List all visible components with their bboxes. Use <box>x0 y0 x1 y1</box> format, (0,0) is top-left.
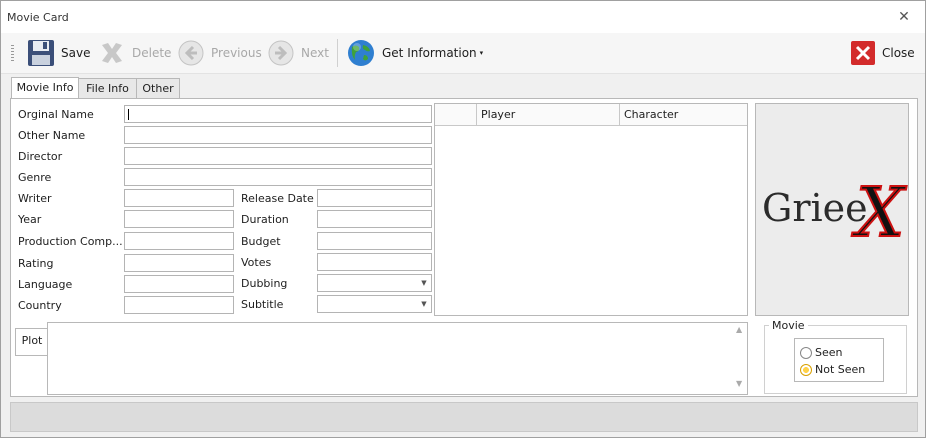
plot-textarea[interactable]: ▲ ▼ <box>47 322 748 395</box>
next-label: Next <box>301 46 329 60</box>
duration-input[interactable] <box>317 210 432 228</box>
status-bar <box>10 402 918 432</box>
window-close-icon[interactable]: ✕ <box>897 10 911 24</box>
genre-label: Genre <box>18 171 52 184</box>
subtitle-label: Subtitle <box>241 298 284 311</box>
seen-radio[interactable] <box>800 347 812 359</box>
arrow-right-icon <box>268 40 294 66</box>
get-information-button[interactable]: Get Information ▾ <box>346 39 483 67</box>
toolbar: Save Delete Previous Next Get Informatio… <box>1 33 925 74</box>
scroll-down-icon[interactable]: ▼ <box>736 379 742 388</box>
save-button[interactable]: Save <box>27 39 90 67</box>
dropdown-arrow-icon: ▾ <box>479 49 484 57</box>
plot-label: Plot <box>15 328 49 356</box>
production-company-label: Production Comp... <box>18 235 123 248</box>
subtitle-select[interactable]: ▼ <box>317 295 432 313</box>
other-name-input[interactable] <box>124 126 432 144</box>
country-input[interactable] <box>124 296 234 314</box>
delete-x-icon <box>102 43 122 63</box>
dubbing-label: Dubbing <box>241 277 288 290</box>
director-label: Director <box>18 150 63 163</box>
not-seen-label[interactable]: Not Seen <box>815 363 865 376</box>
get-information-label: Get Information <box>382 46 477 60</box>
genre-input[interactable] <box>124 168 432 186</box>
duration-label: Duration <box>241 213 289 226</box>
movie-group-title: Movie <box>769 319 808 332</box>
previous-button[interactable]: Previous <box>177 39 262 67</box>
text-caret <box>128 109 129 120</box>
next-button[interactable]: Next <box>267 39 329 67</box>
dubbing-select[interactable]: ▼ <box>317 274 432 292</box>
budget-label: Budget <box>241 235 281 248</box>
tab-movie-info[interactable]: Movie Info <box>11 77 79 100</box>
grid-column-player[interactable]: Player <box>477 104 620 125</box>
scroll-up-icon[interactable]: ▲ <box>736 325 742 334</box>
not-seen-radio[interactable] <box>800 364 812 376</box>
grid-column-character[interactable]: Character <box>620 104 747 125</box>
votes-label: Votes <box>241 256 272 269</box>
delete-label: Delete <box>132 46 172 60</box>
budget-input[interactable] <box>317 232 432 250</box>
language-label: Language <box>18 278 73 291</box>
seen-label[interactable]: Seen <box>815 346 843 359</box>
seen-radio-group: Seen Not Seen <box>794 338 884 382</box>
griieex-logo: Griee X <box>762 173 908 254</box>
svg-text:X: X <box>851 174 907 253</box>
movie-card-window: Movie Card ✕ Save Delete Previous Next G… <box>0 0 926 438</box>
close-button[interactable]: Close <box>850 39 915 67</box>
previous-label: Previous <box>211 46 262 60</box>
grid-column-indicator[interactable] <box>435 104 477 125</box>
globe-icon <box>348 40 374 66</box>
save-label: Save <box>61 46 91 60</box>
floppy-disk-icon <box>28 40 54 66</box>
svg-text:Griee: Griee <box>762 186 868 230</box>
production-company-input[interactable] <box>124 232 234 250</box>
plot-scrollbar[interactable]: ▲ ▼ <box>733 323 747 392</box>
chevron-down-icon[interactable]: ▼ <box>417 275 431 291</box>
toolbar-grip[interactable] <box>11 45 14 63</box>
writer-input[interactable] <box>124 189 234 207</box>
release-date-input[interactable] <box>317 189 432 207</box>
arrow-left-icon <box>178 40 204 66</box>
close-label: Close <box>882 46 915 60</box>
language-input[interactable] <box>124 275 234 293</box>
country-label: Country <box>18 299 62 312</box>
original-name-input[interactable] <box>124 105 432 123</box>
delete-button[interactable]: Delete <box>98 39 171 67</box>
poster-image[interactable]: Griee X <box>755 103 909 316</box>
window-title: Movie Card <box>7 11 69 24</box>
release-date-label: Release Date <box>241 192 314 205</box>
original-name-label: Orginal Name <box>18 108 94 121</box>
cast-grid-header: Player Character <box>435 104 747 126</box>
close-icon <box>851 41 875 65</box>
tab-file-info[interactable]: File Info <box>78 78 137 100</box>
director-input[interactable] <box>124 147 432 165</box>
rating-label: Rating <box>18 257 54 270</box>
rating-input[interactable] <box>124 254 234 272</box>
toolbar-separator <box>337 39 338 67</box>
writer-label: Writer <box>18 192 52 205</box>
title-bar: Movie Card ✕ <box>1 1 925 33</box>
votes-input[interactable] <box>317 253 432 271</box>
tab-other[interactable]: Other <box>136 78 180 100</box>
other-name-label: Other Name <box>18 129 86 142</box>
year-input[interactable] <box>124 210 234 228</box>
cast-grid[interactable]: Player Character <box>434 103 748 316</box>
year-label: Year <box>18 213 42 226</box>
chevron-down-icon[interactable]: ▼ <box>417 296 431 312</box>
